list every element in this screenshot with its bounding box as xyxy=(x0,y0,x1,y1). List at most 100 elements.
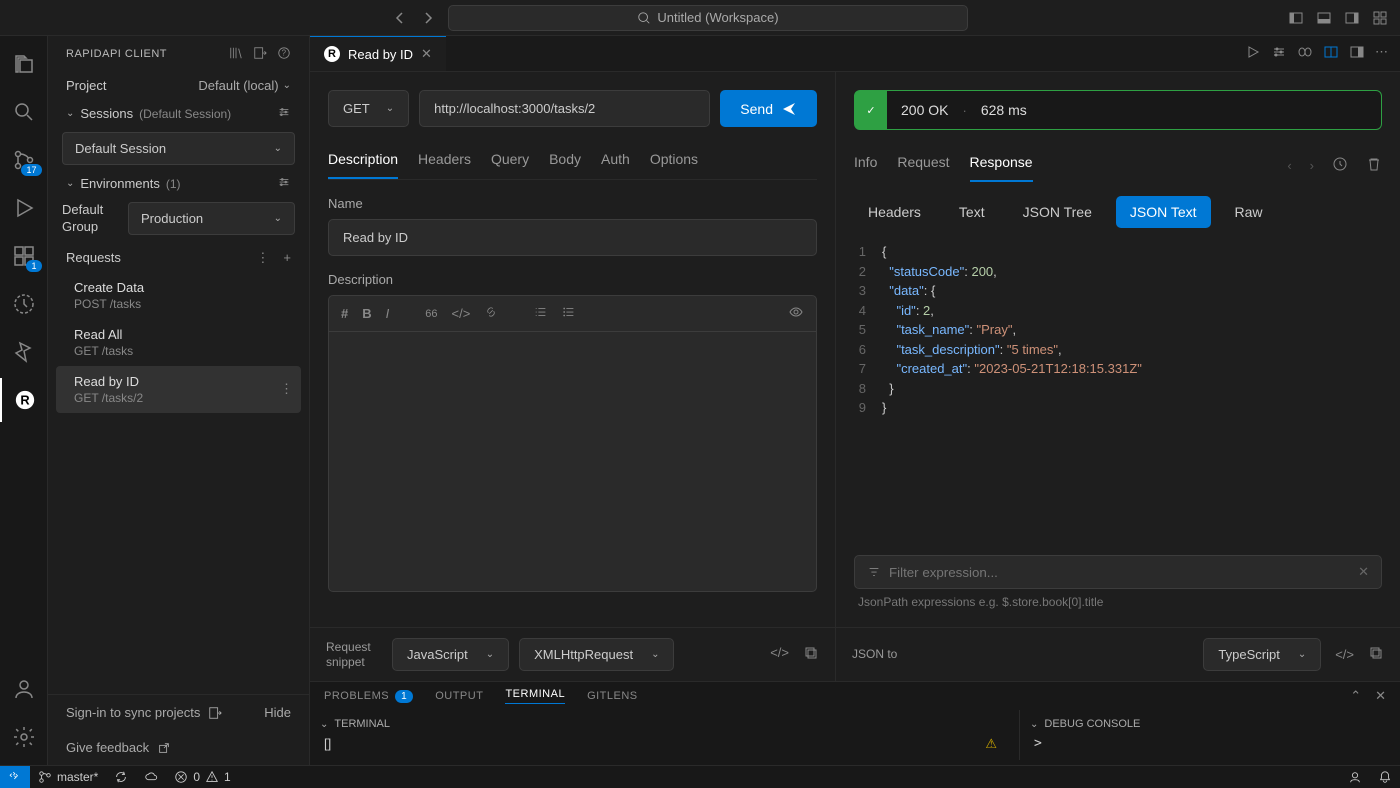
add-request-icon[interactable]: + xyxy=(283,250,291,266)
layout-panel-icon[interactable] xyxy=(1312,6,1336,30)
copy-icon[interactable] xyxy=(803,645,819,664)
request-tab[interactable]: Options xyxy=(650,145,698,179)
bullet-icon[interactable] xyxy=(562,305,576,322)
list-icon[interactable] xyxy=(534,305,548,322)
copy-icon[interactable] xyxy=(1368,645,1384,664)
remote-indicator[interactable] xyxy=(0,766,30,788)
thunder-icon[interactable] xyxy=(0,330,48,374)
request-tab[interactable]: Query xyxy=(491,145,529,179)
settings-gear-icon[interactable] xyxy=(0,715,48,759)
view-tab[interactable]: Text xyxy=(945,196,999,228)
filter-clear-icon[interactable]: ✕ xyxy=(1358,564,1369,580)
request-tab[interactable]: Headers xyxy=(418,145,471,179)
timeline-icon[interactable] xyxy=(0,282,48,326)
settings-icon[interactable] xyxy=(1271,44,1287,63)
send-button[interactable]: Send xyxy=(720,90,817,127)
nav-back-icon[interactable] xyxy=(388,6,412,30)
jsonto-select[interactable]: TypeScript⌄ xyxy=(1203,638,1321,671)
editor-tab[interactable]: R Read by ID ✕ xyxy=(310,36,446,71)
session-select[interactable]: Default Session⌄ xyxy=(62,132,295,165)
filter-input[interactable] xyxy=(889,565,1350,580)
debug-console-header[interactable]: ⌄DEBUG CONSOLE xyxy=(1030,714,1390,734)
account-icon[interactable] xyxy=(0,667,48,711)
command-center[interactable]: Untitled (Workspace) xyxy=(448,5,968,31)
code-icon[interactable]: </> xyxy=(452,306,471,321)
bold-icon[interactable]: B xyxy=(362,306,371,321)
heading-icon[interactable]: # xyxy=(341,306,348,321)
filter-expression[interactable]: ✕ xyxy=(854,555,1382,589)
close-tab-icon[interactable]: ✕ xyxy=(421,46,432,62)
next-icon[interactable]: › xyxy=(1310,158,1314,173)
library-icon[interactable] xyxy=(229,46,243,63)
delete-icon[interactable] xyxy=(1366,156,1382,175)
bell-icon[interactable] xyxy=(1370,766,1400,788)
hide-button[interactable]: Hide xyxy=(264,705,291,720)
url-input[interactable]: http://localhost:3000/tasks/2 xyxy=(419,90,710,127)
split-icon[interactable] xyxy=(1323,44,1339,63)
link-icon[interactable] xyxy=(1297,44,1313,63)
view-tab[interactable]: JSON Text xyxy=(1116,196,1211,228)
debug-prompt[interactable]: > xyxy=(1030,734,1390,753)
project-selector[interactable]: Default (local) ⌄ xyxy=(198,78,291,93)
request-item[interactable]: Create DataPOST /tasks xyxy=(56,272,301,319)
rapidapi-icon[interactable]: R xyxy=(0,378,48,422)
extensions-icon[interactable]: 1 xyxy=(0,234,48,278)
view-tab[interactable]: Raw xyxy=(1221,196,1277,228)
method-select[interactable]: GET⌄ xyxy=(328,90,409,127)
request-tab[interactable]: Description xyxy=(328,145,398,179)
cloud-icon[interactable] xyxy=(136,766,166,788)
request-item[interactable]: Read AllGET /tasks xyxy=(56,319,301,366)
request-tab[interactable]: Auth xyxy=(601,145,630,179)
search-icon[interactable] xyxy=(0,90,48,134)
request-item-menu-icon[interactable]: ⋮ xyxy=(280,381,293,397)
terminal-prompt[interactable]: []⚠ xyxy=(320,734,1009,754)
feedback-row[interactable]: Give feedback xyxy=(48,730,309,765)
problems-indicator[interactable]: 0 1 xyxy=(166,766,238,788)
link-tool-icon[interactable] xyxy=(484,305,498,322)
problems-tab[interactable]: PROBLEMS1 xyxy=(324,690,413,703)
preview-eye-icon[interactable] xyxy=(788,304,804,323)
terminal-tab[interactable]: TERMINAL xyxy=(505,688,565,704)
requests-more-icon[interactable]: ⋮ xyxy=(256,250,269,266)
layout-sidebar-left-icon[interactable] xyxy=(1284,6,1308,30)
collapse-icon[interactable]: ⌃ xyxy=(1350,688,1361,704)
scm-icon[interactable]: 17 xyxy=(0,138,48,182)
name-input[interactable]: Read by ID xyxy=(328,219,817,256)
more-icon[interactable]: ⋯ xyxy=(1375,44,1388,63)
layout-customize-icon[interactable] xyxy=(1368,6,1392,30)
output-tab[interactable]: OUTPUT xyxy=(435,690,483,702)
response-nav-tab[interactable]: Request xyxy=(897,148,949,182)
layout-sidebar-right-icon[interactable] xyxy=(1340,6,1364,30)
gitlens-tab[interactable]: GITLENS xyxy=(587,690,638,702)
request-item[interactable]: Read by IDGET /tasks/2⋮ xyxy=(56,366,301,413)
explorer-icon[interactable] xyxy=(0,42,48,86)
response-nav-tab[interactable]: Info xyxy=(854,148,877,182)
quote-icon[interactable]: 66 xyxy=(425,308,437,320)
desc-textarea[interactable] xyxy=(328,332,817,592)
run-icon[interactable] xyxy=(1245,44,1261,63)
sessions-header[interactable]: ⌄ Sessions (Default Session) xyxy=(48,99,309,128)
terminal-header[interactable]: ⌄TERMINAL xyxy=(320,714,1009,734)
sync-icon[interactable] xyxy=(106,766,136,788)
sessions-settings-icon[interactable] xyxy=(277,105,291,122)
request-tab[interactable]: Body xyxy=(549,145,581,179)
history-icon[interactable] xyxy=(1332,156,1348,175)
signin-row[interactable]: Sign-in to sync projects Hide xyxy=(48,695,309,730)
italic-icon[interactable]: I xyxy=(386,306,390,321)
layout-icon[interactable] xyxy=(1349,44,1365,63)
code-icon[interactable]: </> xyxy=(1335,647,1354,662)
import-icon[interactable] xyxy=(253,46,267,63)
nav-forward-icon[interactable] xyxy=(416,6,440,30)
help-icon[interactable]: ? xyxy=(277,46,291,63)
close-panel-icon[interactable]: ✕ xyxy=(1375,688,1386,704)
env-select[interactable]: Production⌄ xyxy=(128,202,295,235)
env-settings-icon[interactable] xyxy=(277,175,291,192)
run-debug-icon[interactable] xyxy=(0,186,48,230)
view-tab[interactable]: JSON Tree xyxy=(1009,196,1106,228)
view-tab[interactable]: Headers xyxy=(854,196,935,228)
feedback-icon[interactable] xyxy=(1340,766,1370,788)
response-nav-tab[interactable]: Response xyxy=(970,148,1033,182)
environments-header[interactable]: ⌄ Environments (1) xyxy=(48,169,309,198)
branch-indicator[interactable]: master* xyxy=(30,766,106,788)
code-icon[interactable]: </> xyxy=(770,645,789,664)
